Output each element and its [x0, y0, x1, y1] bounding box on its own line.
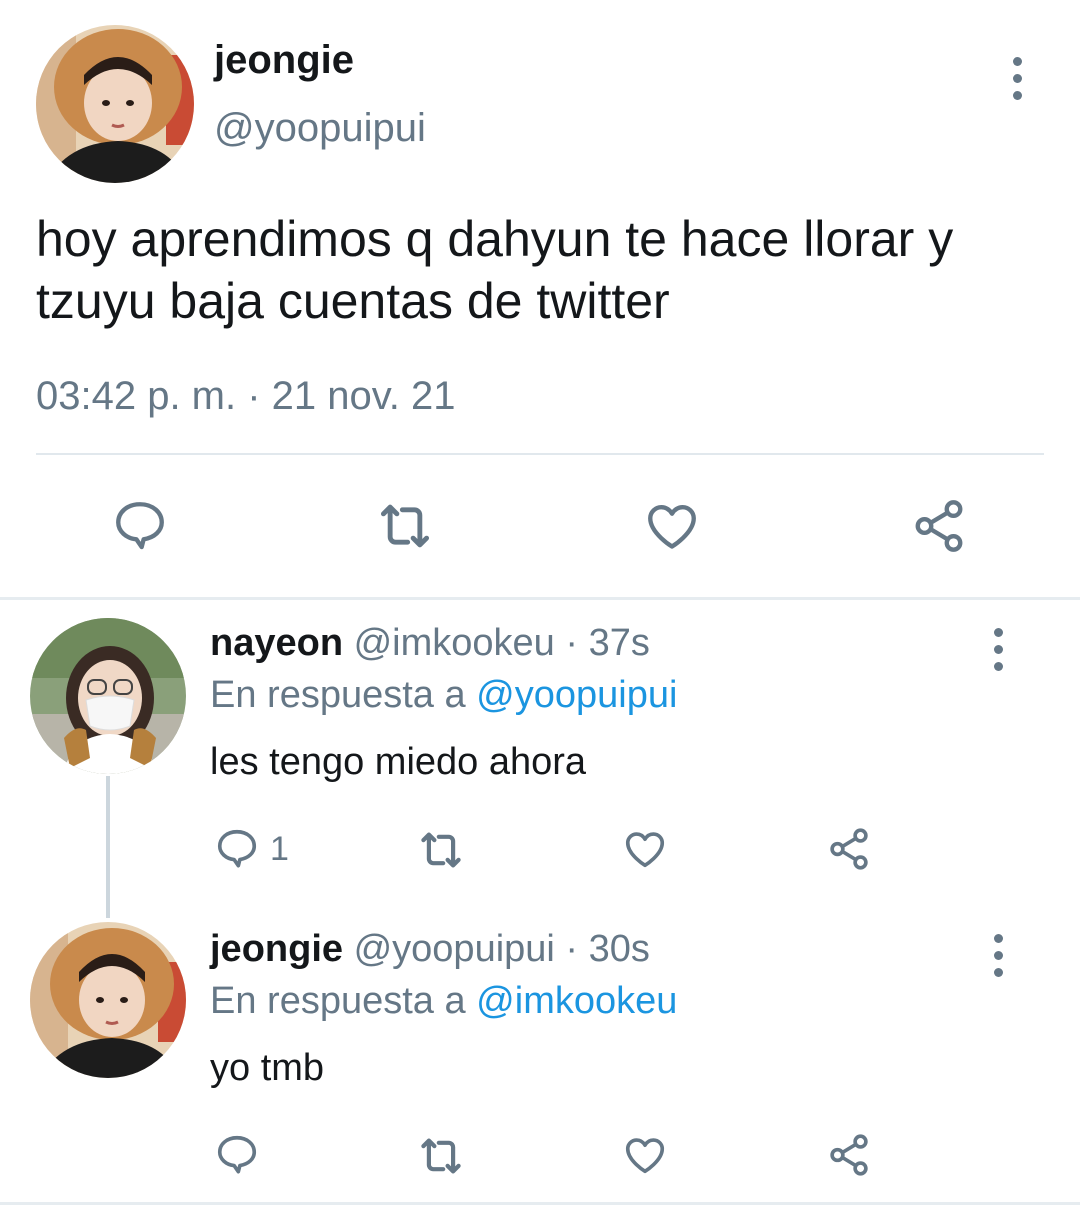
more-options-icon[interactable]: [992, 934, 1004, 977]
retweet-button[interactable]: [372, 499, 438, 553]
like-icon: [625, 832, 665, 868]
reply-count: 1: [270, 829, 289, 868]
reply-author-avatar[interactable]: [30, 618, 186, 774]
reply-text: les tengo miedo ahora: [210, 741, 587, 783]
reply-display-name[interactable]: jeongie: [210, 928, 343, 970]
section-divider: [0, 597, 1080, 600]
retweet-icon: [421, 1138, 461, 1174]
replying-to-handle-link[interactable]: @yoopuipui: [476, 674, 677, 716]
tweet-text: hoy aprendimos q dahyun te hace llorar y…: [36, 208, 953, 332]
share-icon: [830, 828, 868, 870]
divider: [36, 453, 1044, 455]
reply-icon: [217, 829, 257, 868]
tweet-timestamp[interactable]: 03:42 p. m. · 21 nov. 21: [36, 374, 456, 419]
author-display-name[interactable]: jeongie: [214, 38, 354, 83]
reply-header: jeongie @yoopuipui · 30s: [210, 928, 650, 971]
reply-icon: [116, 502, 164, 550]
share-icon: [915, 500, 963, 552]
author-handle[interactable]: @yoopuipui: [214, 106, 426, 151]
like-icon: [648, 504, 696, 549]
reply-display-name[interactable]: nayeon: [210, 622, 343, 664]
share-button[interactable]: [826, 826, 872, 872]
reply-time[interactable]: · 37s: [565, 622, 649, 664]
retweet-icon: [421, 832, 461, 868]
replying-to: En respuesta a @yoopuipui: [210, 674, 677, 717]
like-button[interactable]: [621, 826, 669, 872]
reply-button[interactable]: 1: [214, 826, 289, 872]
more-options-icon[interactable]: [1011, 57, 1023, 100]
reply-handle[interactable]: @yoopuipui: [354, 928, 555, 970]
retweet-button[interactable]: [414, 828, 468, 872]
reply-button[interactable]: [110, 497, 170, 555]
reply-header: nayeon @imkookeu · 37s: [210, 622, 650, 665]
reply-author-avatar[interactable]: [30, 922, 186, 1078]
replying-to-prefix: En respuesta a: [210, 980, 466, 1022]
reply-icon: [217, 1135, 257, 1174]
like-button[interactable]: [642, 497, 702, 555]
replying-to-prefix: En respuesta a: [210, 674, 466, 716]
author-avatar[interactable]: [36, 25, 194, 183]
reply-time[interactable]: · 30s: [565, 928, 649, 970]
thread-line: [106, 776, 110, 918]
like-button[interactable]: [621, 1132, 669, 1178]
reply-button[interactable]: [214, 1132, 270, 1178]
more-options-icon[interactable]: [992, 628, 1004, 671]
reply-text: yo tmb: [210, 1047, 325, 1089]
reply-handle[interactable]: @imkookeu: [354, 622, 555, 664]
share-icon: [830, 1134, 868, 1176]
tweet-text-line: hoy aprendimos q dahyun te hace llorar y: [36, 211, 954, 267]
retweet-button[interactable]: [414, 1134, 468, 1178]
replying-to-handle-link[interactable]: @imkookeu: [476, 980, 677, 1022]
retweet-icon: [380, 504, 430, 548]
like-icon: [625, 1138, 665, 1174]
tweet-text-line: tzuyu baja cuentas de twitter: [36, 273, 670, 329]
bottom-divider: [0, 1202, 1080, 1205]
replying-to: En respuesta a @imkookeu: [210, 980, 677, 1023]
share-button[interactable]: [910, 497, 968, 555]
share-button[interactable]: [826, 1132, 872, 1178]
